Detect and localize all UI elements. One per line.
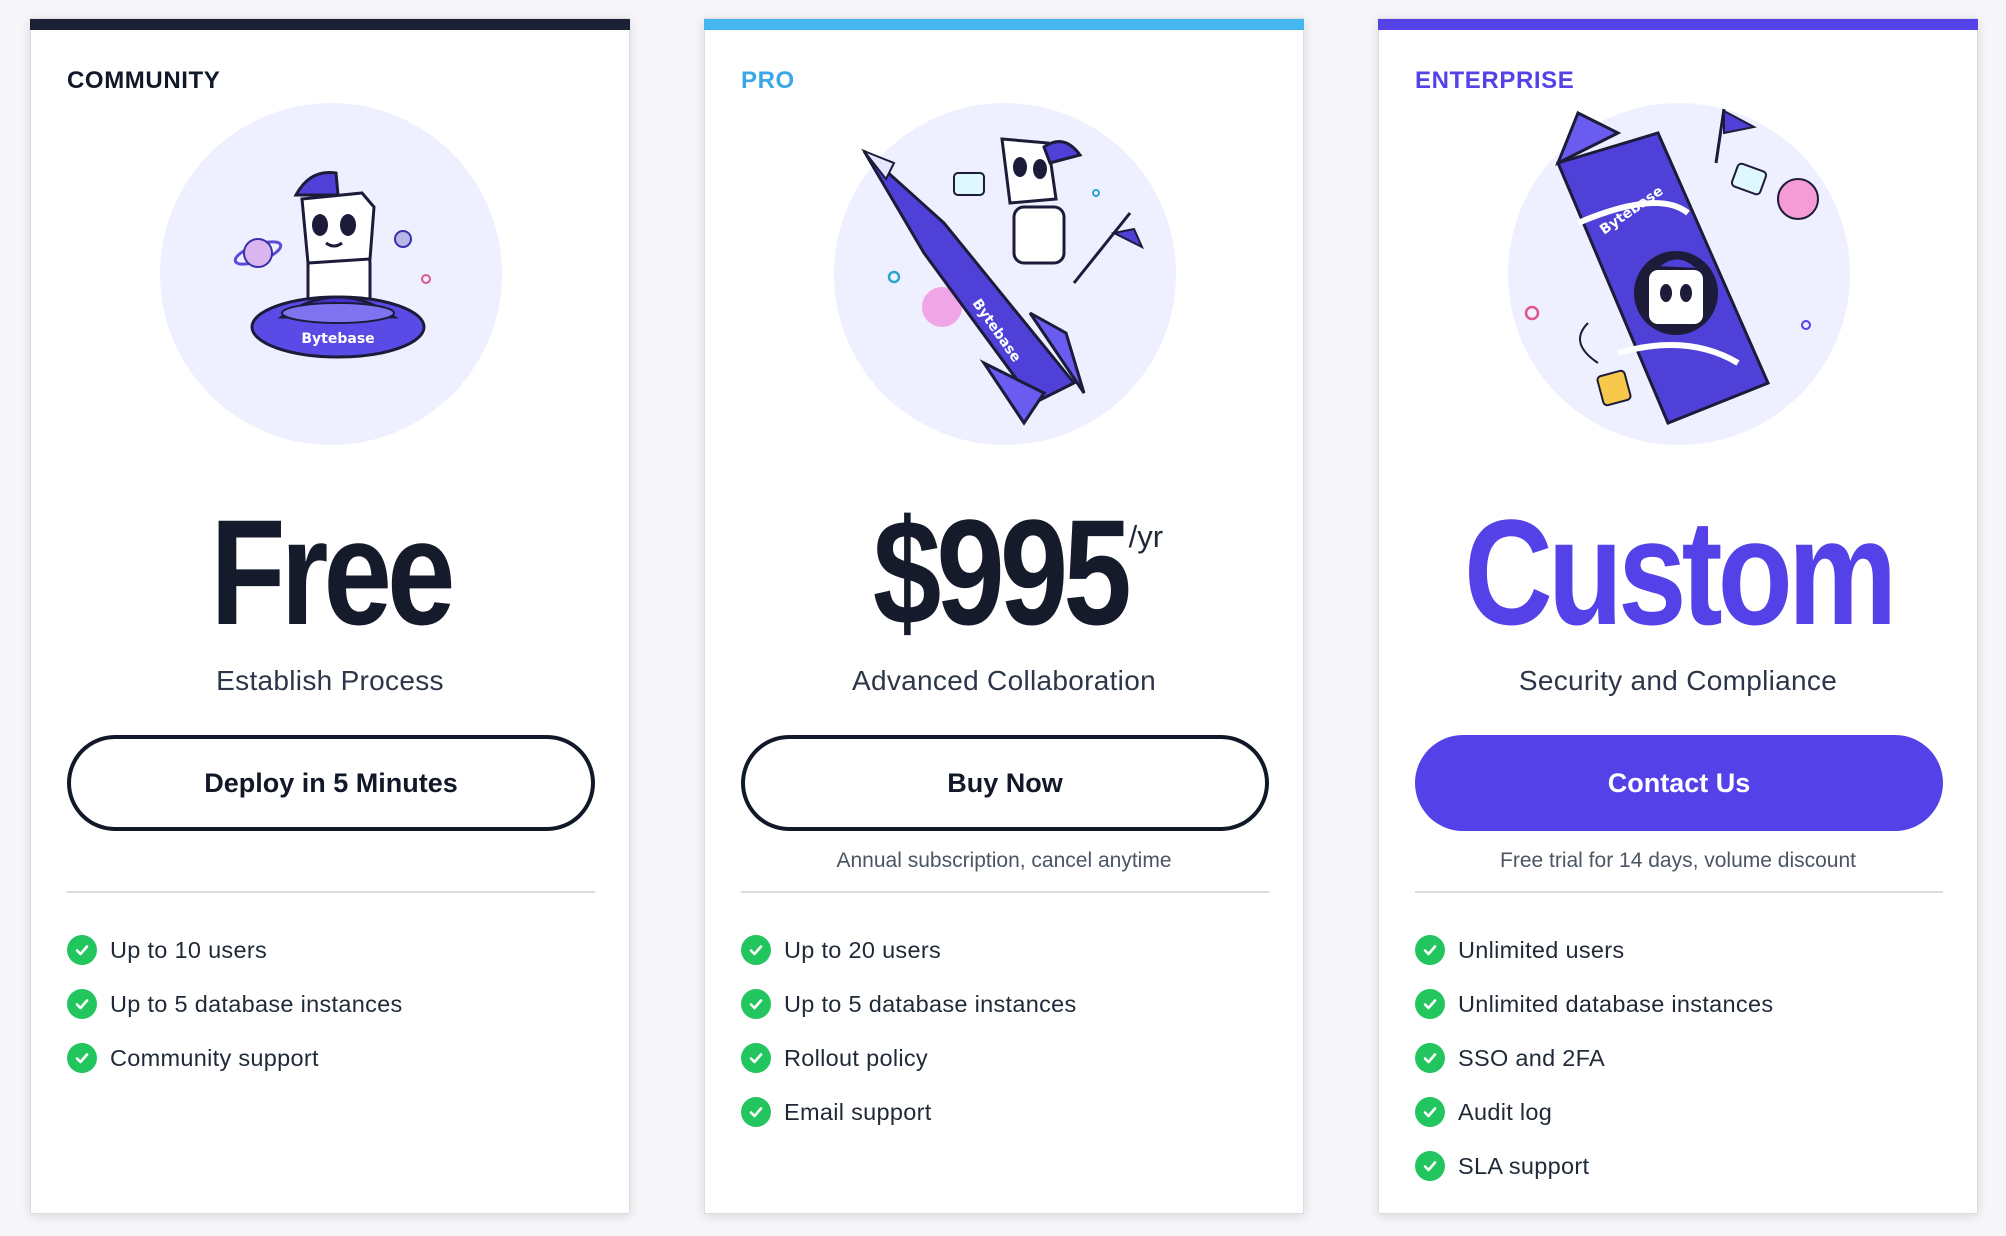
feature-item: Audit log (1415, 1085, 1773, 1139)
pro-price: $995 (872, 488, 1132, 656)
contact-us-button[interactable]: Contact Us (1415, 735, 1943, 831)
deploy-button[interactable]: Deploy in 5 Minutes (67, 735, 595, 831)
community-price-row: Free (31, 497, 629, 647)
enterprise-feature-list: Unlimited users Unlimited database insta… (1415, 923, 1773, 1193)
community-accent-bar (30, 19, 630, 30)
feature-item: SSO and 2FA (1415, 1031, 1773, 1085)
feature-item: Rollout policy (741, 1031, 1077, 1085)
check-circle-icon (741, 935, 771, 965)
check-circle-icon (1415, 1097, 1445, 1127)
enterprise-tagline: Security and Compliance (1518, 665, 1838, 696)
pro-illustration: Bytebase (834, 103, 1176, 445)
feature-label: SLA support (1458, 1152, 1590, 1179)
feature-item: Unlimited users (1415, 923, 1773, 977)
community-price: Free (209, 488, 455, 656)
community-tagline: Establish Process (216, 665, 444, 696)
enterprise-accent-bar (1378, 19, 1978, 30)
pro-note: Annual subscription, cancel anytime (836, 849, 1172, 872)
community-plan-card: COMMUNITY Bytebase Free Establish Proces… (30, 18, 630, 1214)
check-circle-icon (67, 935, 97, 965)
pro-tagline: Advanced Collaboration (852, 665, 1156, 696)
feature-label: SSO and 2FA (1458, 1044, 1605, 1071)
check-circle-icon (1415, 989, 1445, 1019)
enterprise-price: Custom (1463, 488, 1897, 656)
check-circle-icon (1415, 1151, 1445, 1181)
pro-plan-card: PRO Bytebase $995 /yr Advanced Collabora… (704, 18, 1304, 1214)
feature-item: Unlimited database instances (1415, 977, 1773, 1031)
enterprise-illustration: Bytebase (1508, 103, 1850, 445)
feature-item: Up to 20 users (741, 923, 1077, 977)
feature-item: Up to 10 users (67, 923, 403, 977)
enterprise-divider (1415, 891, 1943, 893)
enterprise-note: Free trial for 14 days, volume discount (1500, 849, 1856, 872)
community-feature-list: Up to 10 users Up to 5 database instance… (67, 923, 403, 1085)
feature-label: Up to 20 users (784, 936, 942, 963)
feature-label: Rollout policy (784, 1044, 928, 1071)
feature-label: Up to 5 database instances (784, 990, 1077, 1017)
enterprise-price-row: Custom (1379, 497, 1977, 647)
feature-item: Up to 5 database instances (67, 977, 403, 1031)
check-circle-icon (741, 1043, 771, 1073)
check-circle-icon (741, 989, 771, 1019)
community-divider (67, 891, 595, 893)
feature-label: Up to 10 users (110, 936, 268, 963)
feature-label: Community support (110, 1044, 319, 1071)
buy-now-button[interactable]: Buy Now (741, 735, 1269, 831)
check-circle-icon (741, 1097, 771, 1127)
pricing-page: COMMUNITY Bytebase Free Establish Proces… (0, 0, 2006, 1236)
feature-item: Community support (67, 1031, 403, 1085)
feature-label: Up to 5 database instances (110, 990, 403, 1017)
feature-label: Unlimited users (1458, 936, 1625, 963)
check-circle-icon (1415, 935, 1445, 965)
feature-item: SLA support (1415, 1139, 1773, 1193)
pro-tier-label: PRO (741, 67, 795, 94)
community-illustration: Bytebase (160, 103, 502, 445)
pro-accent-bar (704, 19, 1304, 30)
check-circle-icon (67, 1043, 97, 1073)
enterprise-tier-label: ENTERPRISE (1415, 67, 1575, 94)
feature-item: Up to 5 database instances (741, 977, 1077, 1031)
community-tier-label: COMMUNITY (67, 67, 221, 94)
pro-feature-list: Up to 20 users Up to 5 database instance… (741, 923, 1077, 1139)
feature-label: Audit log (1458, 1098, 1553, 1125)
check-circle-icon (1415, 1043, 1445, 1073)
community-brand-text: Bytebase (301, 331, 374, 347)
pro-price-row: $995 /yr (705, 497, 1303, 647)
feature-item: Email support (741, 1085, 1077, 1139)
pro-divider (741, 891, 1269, 893)
check-circle-icon (67, 989, 97, 1019)
pro-price-period: /yr (1128, 519, 1164, 554)
feature-label: Unlimited database instances (1458, 990, 1774, 1017)
feature-label: Email support (784, 1098, 932, 1125)
enterprise-plan-card: ENTERPRISE Bytebase Custom Security and … (1378, 18, 1978, 1214)
